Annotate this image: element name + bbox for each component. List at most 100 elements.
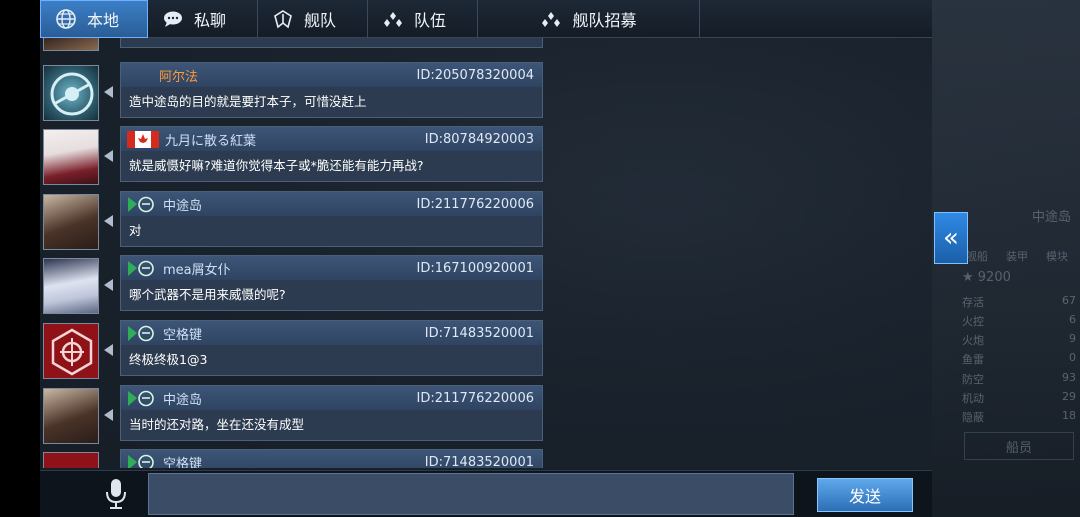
stat-row: 隐蔽 18 (962, 409, 1076, 424)
message-header: 空格键 ID:71483520001 (121, 450, 542, 468)
fleet-emblem-icon (128, 390, 154, 406)
chat-message-input[interactable] (148, 473, 794, 515)
tab-label: 队伍 (414, 11, 447, 30)
ship-name-label: 中途岛 (1032, 210, 1072, 225)
chat-bubble-icon (162, 8, 184, 30)
avatar[interactable] (43, 258, 99, 314)
message-bubble: 九月に散る紅葉 ID:80784920003 就是威慑好嘛?难道你觉得本子或*脆… (120, 126, 543, 182)
fleet-emblem-icon (128, 196, 154, 212)
tab-private-chat[interactable]: 私聊 (148, 0, 258, 38)
message-bubble: 中途岛 ID:211776220006 当时的还对路，坐在还没有成型 (120, 385, 543, 441)
avatar[interactable] (43, 452, 99, 468)
stat-row: 火炮 9 (962, 332, 1076, 347)
bg-tab-module: 模块 (1046, 250, 1068, 263)
bubble-pointer (104, 409, 113, 421)
message-header: 阿尔法 ID:205078320004 (121, 63, 542, 87)
fleet-emblem-icon (50, 72, 94, 116)
fleet-emblem-icon (51, 328, 93, 376)
message-header: 中途岛 ID:211776220006 (121, 386, 542, 410)
message-text: 哪个武器不是用来威慑的呢? (129, 287, 286, 302)
message-bubble: mea屑女仆 ID:167100920001 哪个武器不是用来威慑的呢? (120, 255, 543, 311)
sender-id: ID:211776220006 (416, 390, 534, 406)
bubble-pointer (104, 215, 113, 227)
avatar[interactable] (43, 388, 99, 444)
tab-label: 本地 (87, 11, 120, 30)
list-item: 中途岛 ID:211776220006 当时的还对路，坐在还没有成型 (40, 385, 550, 444)
bg-tab-armor: 装甲 (1006, 250, 1028, 263)
avatar[interactable] (43, 323, 99, 379)
sender-name[interactable]: 中途岛 (163, 195, 202, 214)
list-item: 空格键 ID:71483520001 (40, 449, 550, 468)
message-header: 中途岛 ID:211776220006 (121, 192, 542, 216)
stat-row: 存活 67 (962, 294, 1076, 309)
sender-name[interactable]: 空格键 (163, 453, 202, 469)
message-text: 就是威慑好嘛?难道你觉得本子或*脆还能有能力再战? (129, 158, 424, 173)
list-item: 阿尔法 ID:205078320004 造中途岛的目的就是要打本子，可惜没赶上 (40, 62, 550, 121)
message-header: mea屑女仆 ID:167100920001 (121, 256, 542, 280)
stat-row: 防空 93 (962, 371, 1076, 386)
sender-id: ID:80784920003 (424, 131, 534, 147)
list-item: 九月に散る紅葉 ID:80784920003 就是威慑好嘛?难道你觉得本子或*脆… (40, 126, 550, 185)
message-text: 当时的还对路，坐在还没有成型 (129, 417, 305, 432)
sender-name[interactable]: 九月に散る紅葉 (165, 130, 256, 149)
message-text: 对 (129, 223, 142, 238)
bubble-pointer (104, 150, 113, 162)
tab-label: 私聊 (194, 11, 227, 30)
message-bubble: 中途岛 ID:211776220006 对 (120, 191, 543, 247)
avatar[interactable] (43, 65, 99, 121)
microphone-icon (106, 479, 126, 509)
left-margin (0, 0, 40, 517)
sender-name[interactable]: 空格键 (163, 324, 202, 343)
team-icon (540, 8, 562, 30)
list-item: 中途岛 ID:211776220006 对 (40, 191, 550, 250)
tab-local[interactable]: 本地 (40, 0, 148, 38)
collapse-chat-button[interactable]: « (934, 212, 968, 264)
voice-input-button[interactable] (102, 477, 130, 511)
list-item: 空格键 ID:71483520001 终极终极1@3 (40, 320, 550, 379)
message-bubble: 空格键 ID:71483520001 (120, 449, 543, 468)
send-button[interactable]: 发送 (817, 478, 913, 512)
sender-id: ID:205078320004 (416, 67, 534, 83)
message-bubble: 空格键 ID:71483520001 终极终极1@3 (120, 320, 543, 376)
list-item (40, 38, 550, 51)
double-chevron-left-icon: « (943, 223, 959, 253)
tab-label: 舰队 (304, 11, 337, 30)
avatar[interactable] (43, 38, 99, 51)
crew-button: 船员 (964, 432, 1074, 460)
message-text: 造中途岛的目的就是要打本子，可惜没赶上 (129, 94, 367, 109)
message-list[interactable]: 阿尔法 ID:205078320004 造中途岛的目的就是要打本子，可惜没赶上 … (40, 38, 550, 468)
message-bubble: 阿尔法 ID:205078320004 造中途岛的目的就是要打本子，可惜没赶上 (120, 62, 543, 118)
stat-row: 鱼雷 0 (962, 351, 1076, 366)
tab-label: 舰队招募 (572, 11, 637, 30)
team-icon (382, 8, 404, 30)
fleet-emblem-icon (128, 454, 154, 468)
tab-fleet-recruit[interactable]: 舰队招募 (478, 0, 700, 38)
tab-fleet[interactable]: 舰队 (258, 0, 368, 38)
avatar[interactable] (43, 194, 99, 250)
message-header: 空格键 ID:71483520001 (121, 321, 542, 345)
ship-score: ★ 9200 (962, 270, 1011, 285)
sender-name[interactable]: 中途岛 (163, 389, 202, 408)
sender-name[interactable]: 阿尔法 (159, 66, 198, 85)
globe-icon (55, 8, 77, 30)
chat-tab-bar: 本地 私聊 舰队 队伍 舰队招募 (40, 0, 932, 38)
sender-id: ID:71483520001 (424, 454, 534, 469)
canada-flag-icon (127, 130, 159, 148)
avatar[interactable] (43, 129, 99, 185)
list-item: mea屑女仆 ID:167100920001 哪个武器不是用来威慑的呢? (40, 255, 550, 314)
stat-row: 机动 29 (962, 390, 1076, 405)
bg-tab-ship: 舰船 (966, 250, 988, 263)
tab-team[interactable]: 队伍 (368, 0, 478, 38)
chat-input-bar: 发送 (40, 470, 932, 517)
sender-name[interactable]: mea屑女仆 (163, 259, 231, 278)
sender-id: ID:167100920001 (416, 260, 534, 276)
bubble-pointer (104, 86, 113, 98)
message-bubble (120, 38, 543, 48)
fleet-flag-icon (272, 8, 294, 30)
sender-id: ID:71483520001 (424, 325, 534, 341)
fleet-emblem-icon (128, 260, 154, 276)
bubble-pointer (104, 279, 113, 291)
fleet-emblem-icon (128, 325, 154, 341)
stat-row: 火控 6 (962, 313, 1076, 328)
message-text: 终极终极1@3 (129, 352, 208, 367)
